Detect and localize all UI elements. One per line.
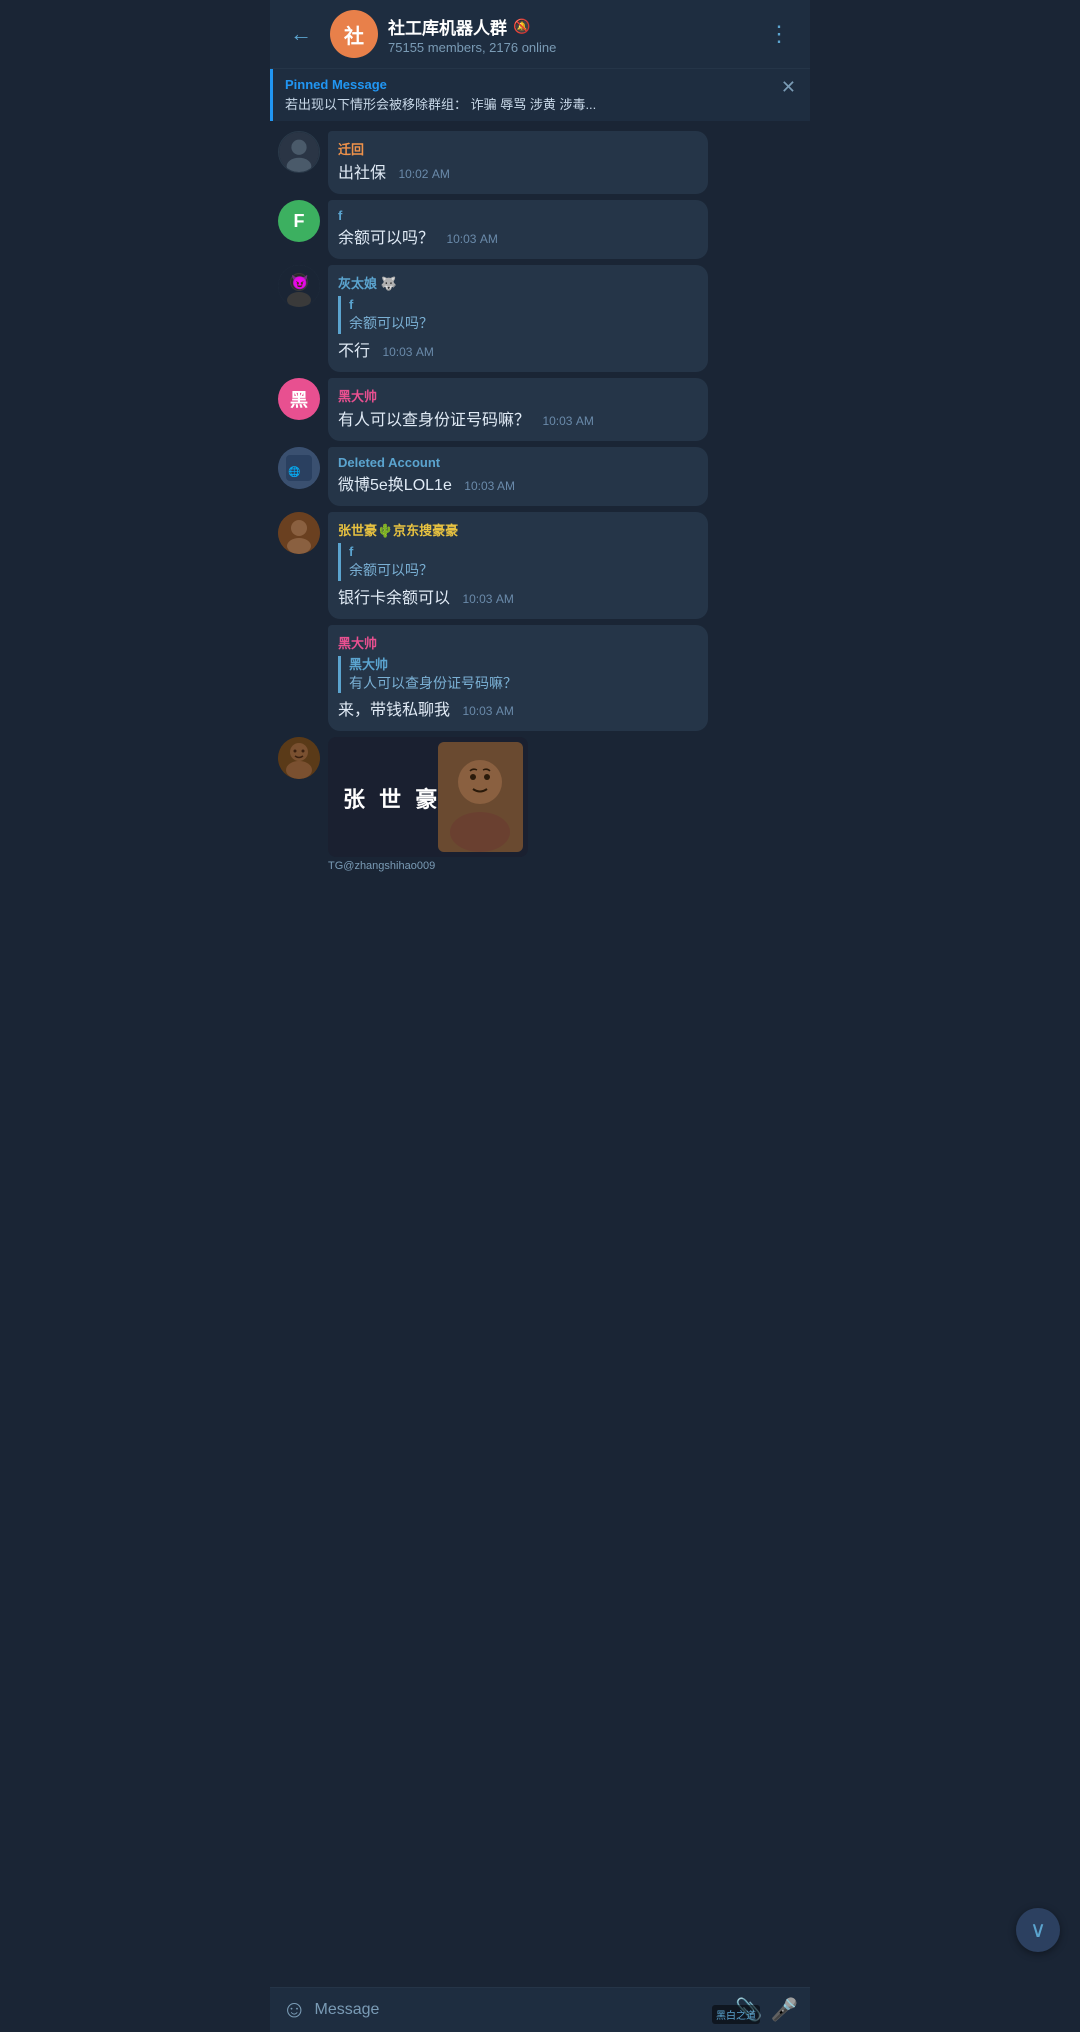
reply-quote: 黑大帅 有人可以查身份证号码嘛？ — [338, 656, 698, 694]
input-bar: ☺ 📎 🎤 黑白之道 — [270, 1987, 810, 2032]
group-avatar: 社 — [330, 10, 378, 58]
message-text: 银行卡余额可以 10:03 AM — [338, 587, 698, 611]
table-row: 黑 黑大帅 有人可以查身份证号码嘛？ 10:03 AM — [278, 378, 802, 441]
chat-area: 迁回 出社保 10:02 AM F f 余额可以吗？ 10:03 AM 😈 — [270, 123, 810, 942]
sticker-image: 张 世 豪 — [328, 737, 528, 857]
message-text: 出社保 10:02 AM — [338, 162, 698, 186]
sender-name: 黑大帅 — [338, 633, 698, 652]
back-button[interactable]: ← — [282, 17, 320, 51]
message-input[interactable] — [315, 1997, 728, 2023]
attach-button[interactable]: 📎 — [735, 1997, 762, 2023]
sticker-bubble: 张 世 豪 TG@zhangshihao009 — [328, 737, 528, 872]
avatar — [278, 737, 320, 779]
more-button[interactable]: ⋮ — [760, 17, 798, 51]
avatar: F — [278, 200, 320, 242]
message-time: 10:03 AM — [446, 232, 497, 246]
pinned-close-button[interactable]: ✕ — [781, 77, 796, 98]
header-info: 社工库机器人群 🔕 75155 members, 2176 online — [388, 14, 750, 55]
message-bubble: 灰太娘 🐺 f 余额可以吗？ 不行 10:03 AM — [328, 265, 708, 372]
mute-icon: 🔕 — [513, 18, 530, 35]
svg-text:张 世 豪: 张 世 豪 — [343, 787, 441, 812]
table-row: F f 余额可以吗？ 10:03 AM — [278, 200, 802, 259]
table-row: 🌐 Deleted Account 微博5e换LOL1e 10:03 AM — [278, 447, 802, 506]
message-bubble: 张世豪🌵京东搜豪豪 f 余额可以吗？ 银行卡余额可以 10:03 AM — [328, 512, 708, 619]
table-row: 黑大帅 黑大帅 有人可以查身份证号码嘛？ 来，带钱私聊我 10:03 AM — [278, 625, 802, 732]
message-bubble: f 余额可以吗？ 10:03 AM — [328, 200, 708, 259]
svg-text:🌐: 🌐 — [288, 465, 300, 478]
message-bubble: 黑大帅 有人可以查身份证号码嘛？ 10:03 AM — [328, 378, 708, 441]
table-row: 张世豪🌵京东搜豪豪 f 余额可以吗？ 银行卡余额可以 10:03 AM — [278, 512, 802, 619]
chat-header: ← 社 社工库机器人群 🔕 75155 members, 2176 online… — [270, 0, 810, 69]
message-text: 余额可以吗？ 10:03 AM — [338, 227, 698, 251]
message-text: 来，带钱私聊我 10:03 AM — [338, 699, 698, 723]
message-time: 10:03 AM — [382, 345, 433, 359]
group-title: 社工库机器人群 🔕 — [388, 14, 750, 39]
avatar: 🌐 — [278, 447, 320, 489]
sticker-caption: TG@zhangshihao009 — [328, 860, 528, 872]
pinned-message-bar[interactable]: Pinned Message 若出现以下情形会被移除群组： 诈骗 辱骂 涉黄 涉… — [270, 69, 810, 121]
reply-quote: f 余额可以吗？ — [338, 543, 698, 581]
reply-quote: f 余额可以吗？ — [338, 296, 698, 334]
message-time: 10:03 AM — [462, 592, 513, 606]
message-bubble: Deleted Account 微博5e换LOL1e 10:03 AM — [328, 447, 708, 506]
message-time: 10:03 AM — [462, 704, 513, 718]
scroll-down-button[interactable]: ∨ — [1016, 1908, 1060, 1952]
table-row: 张 世 豪 TG@zhangshihao009 — [278, 737, 802, 872]
pinned-title: Pinned Message — [285, 77, 596, 92]
avatar — [278, 131, 320, 173]
table-row: 迁回 出社保 10:02 AM — [278, 131, 802, 194]
sender-name: 黑大帅 — [338, 386, 698, 405]
message-time: 10:02 AM — [398, 167, 449, 181]
sender-name: Deleted Account — [338, 455, 698, 470]
message-time: 10:03 AM — [464, 479, 515, 493]
members-info: 75155 members, 2176 online — [388, 40, 750, 55]
avatar: 😈 — [278, 265, 320, 307]
pinned-text: 若出现以下情形会被移除群组： 诈骗 辱骂 涉黄 涉毒... — [285, 94, 596, 113]
message-text: 微博5e换LOL1e 10:03 AM — [338, 474, 698, 498]
svg-text:😈: 😈 — [291, 274, 308, 290]
sender-name: 灰太娘 🐺 — [338, 273, 698, 292]
message-bubble: 迁回 出社保 10:02 AM — [328, 131, 708, 194]
voice-button[interactable]: 🎤 — [771, 1997, 798, 2023]
avatar — [278, 512, 320, 554]
message-bubble: 黑大帅 黑大帅 有人可以查身份证号码嘛？ 来，带钱私聊我 10:03 AM — [328, 625, 708, 732]
sender-name: 张世豪🌵京东搜豪豪 — [338, 520, 698, 539]
message-text: 不行 10:03 AM — [338, 340, 698, 364]
sender-name: f — [338, 208, 698, 223]
sender-name: 迁回 — [338, 139, 698, 158]
message-text: 有人可以查身份证号码嘛？ 10:03 AM — [338, 409, 698, 433]
message-time: 10:03 AM — [542, 414, 593, 428]
table-row: 😈 灰太娘 🐺 f 余额可以吗？ 不行 10:03 AM — [278, 265, 802, 372]
emoji-button[interactable]: ☺ — [282, 1996, 307, 2024]
avatar: 黑 — [278, 378, 320, 420]
